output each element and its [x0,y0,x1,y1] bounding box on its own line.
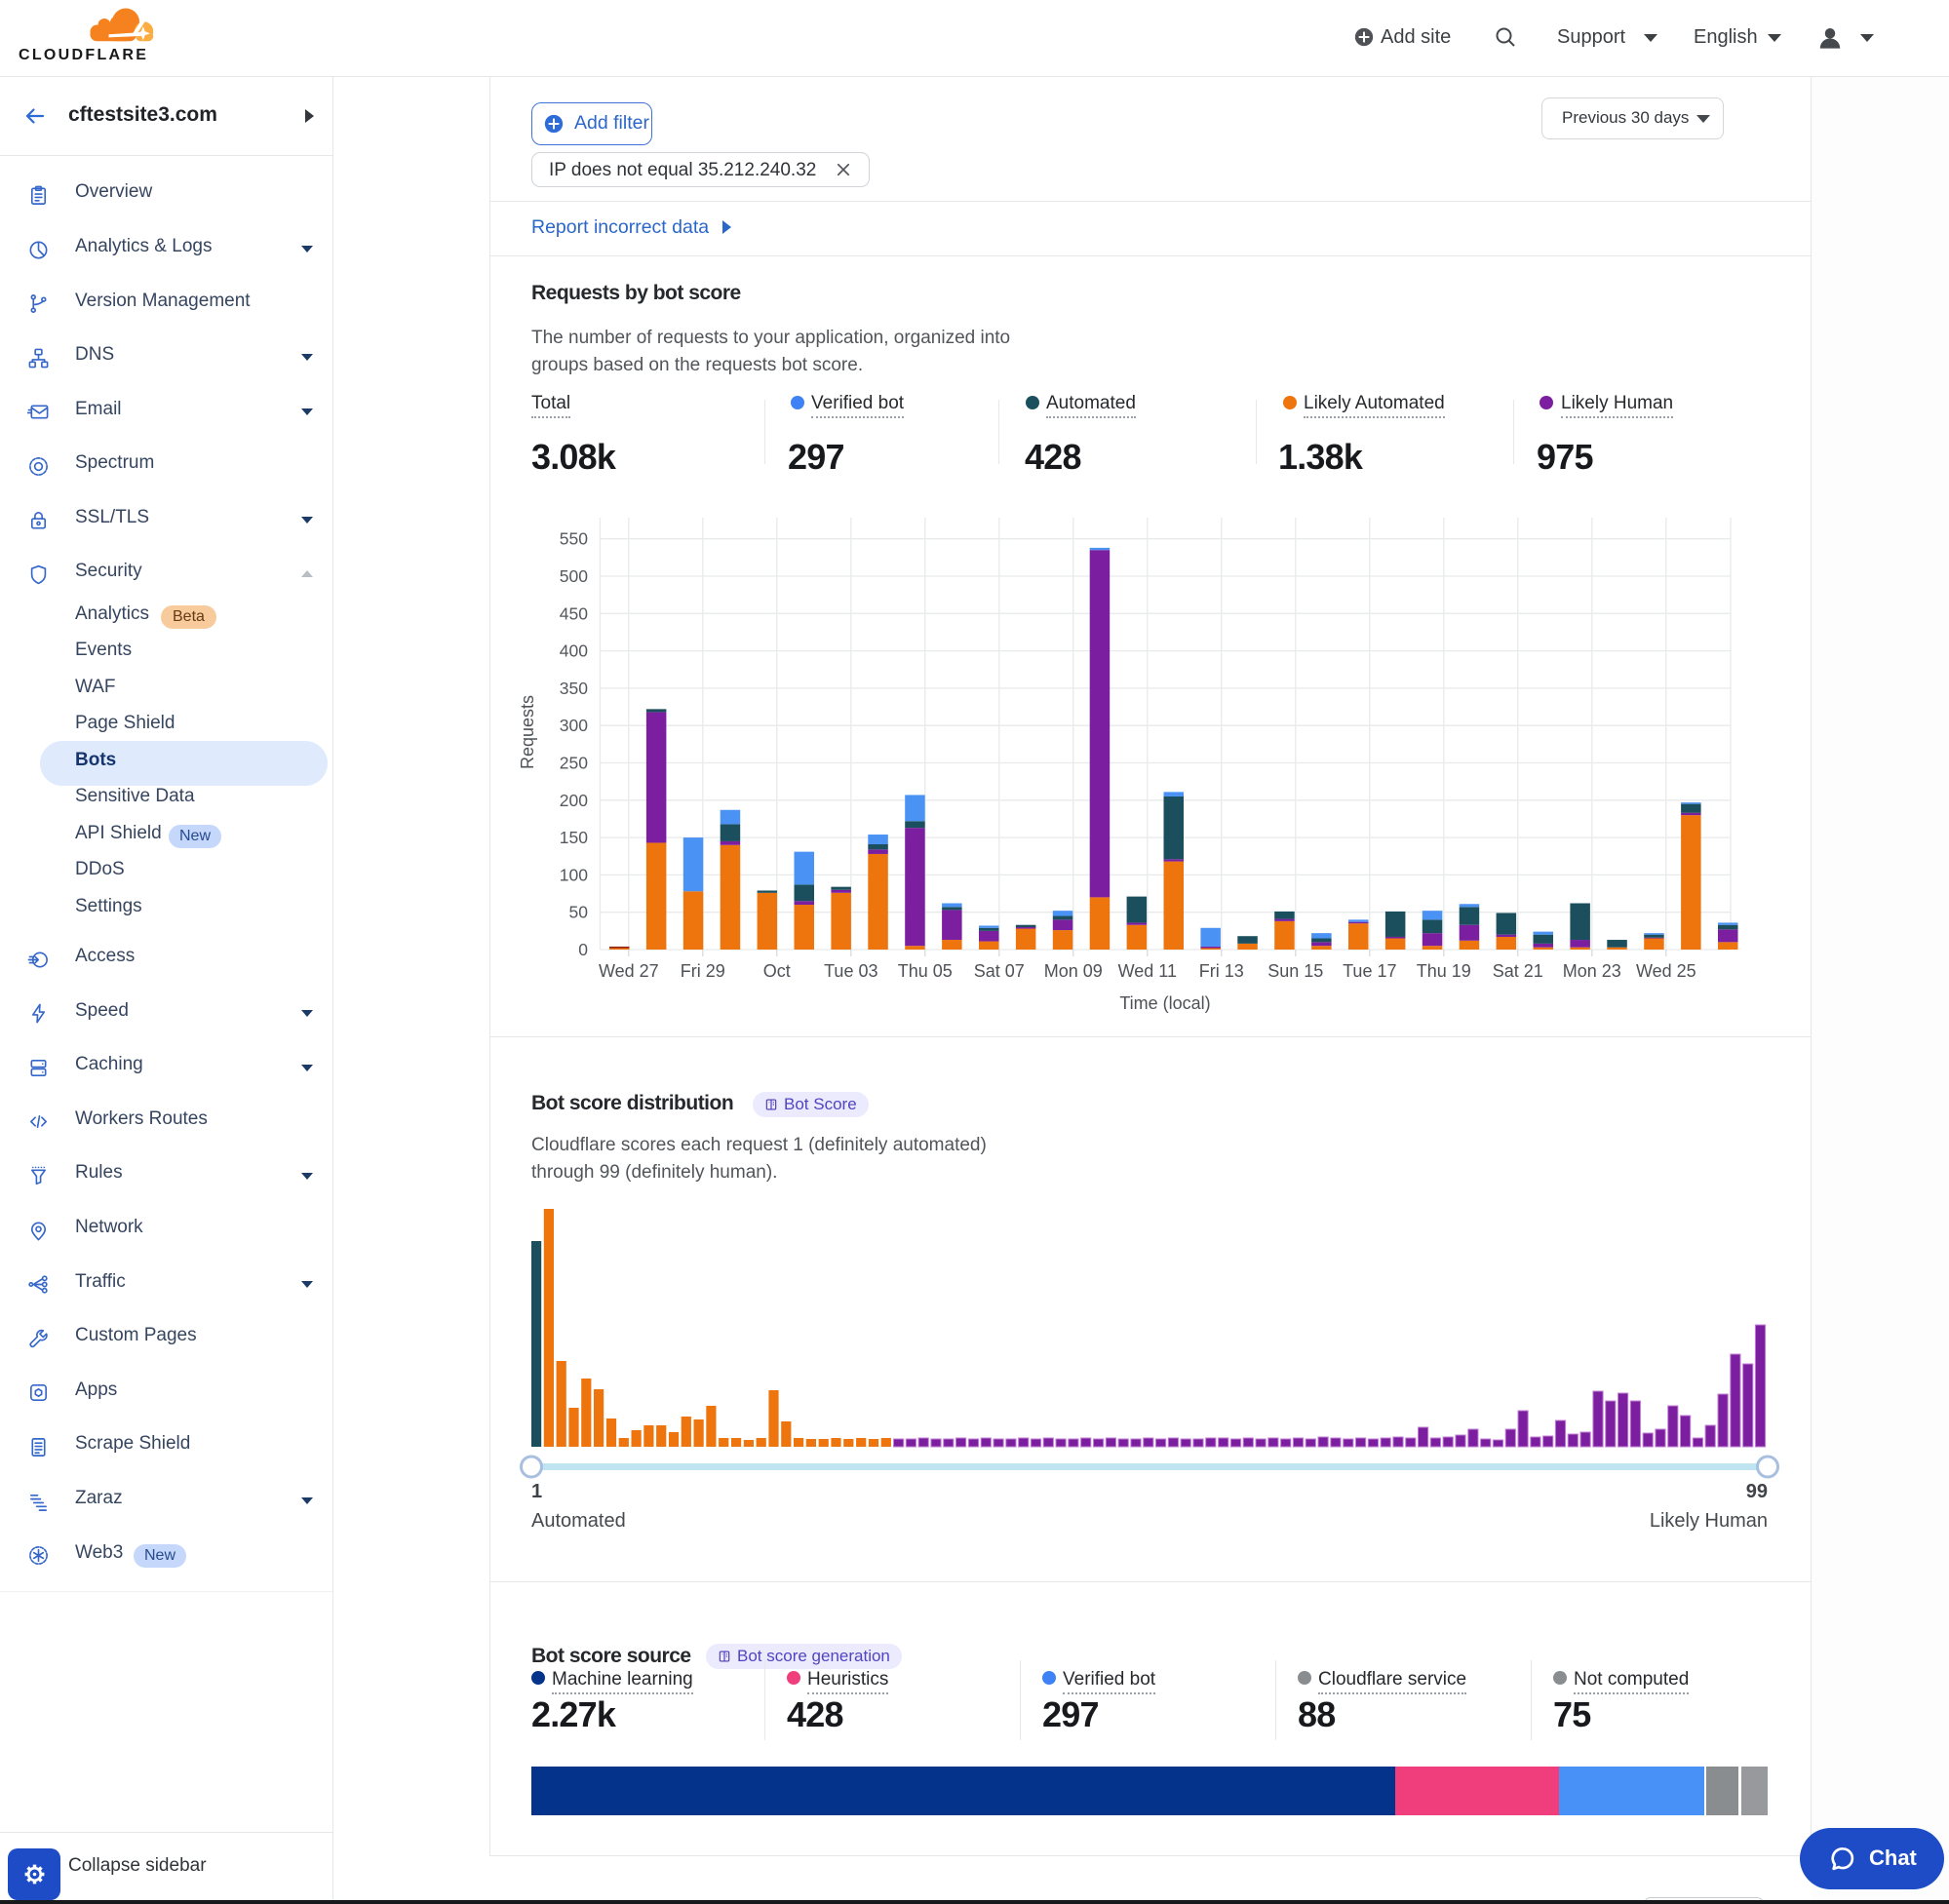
svg-text:Wed 27: Wed 27 [599,961,659,981]
svg-text:250: 250 [560,754,588,773]
svg-text:Time (local): Time (local) [1119,993,1210,1013]
svg-text:Fri 13: Fri 13 [1199,961,1244,981]
svg-text:Fri 29: Fri 29 [681,961,725,981]
svg-text:Sat 21: Sat 21 [1493,961,1543,981]
svg-text:Wed 25: Wed 25 [1636,961,1696,981]
svg-text:400: 400 [560,641,588,661]
svg-text:450: 450 [560,603,588,623]
svg-text:50: 50 [569,903,589,922]
svg-text:Mon 09: Mon 09 [1044,961,1103,981]
svg-text:500: 500 [560,566,588,586]
svg-text:100: 100 [560,865,588,884]
svg-text:Tue 17: Tue 17 [1343,961,1396,981]
svg-text:Sun 15: Sun 15 [1267,961,1323,981]
svg-text:Mon 23: Mon 23 [1563,961,1621,981]
svg-text:Requests: Requests [518,695,537,769]
svg-text:Thu 19: Thu 19 [1417,961,1471,981]
svg-text:350: 350 [560,679,588,698]
svg-text:Sat 07: Sat 07 [974,961,1025,981]
svg-text:300: 300 [560,716,588,735]
svg-text:Tue 03: Tue 03 [824,961,877,981]
svg-text:0: 0 [578,940,588,959]
svg-text:Oct: Oct [763,961,791,981]
svg-text:Thu 05: Thu 05 [898,961,953,981]
svg-text:Wed 11: Wed 11 [1118,961,1177,981]
svg-text:CLOUDFLARE: CLOUDFLARE [19,47,148,63]
svg-text:550: 550 [560,529,588,549]
svg-text:200: 200 [560,791,588,810]
svg-text:150: 150 [560,828,588,847]
